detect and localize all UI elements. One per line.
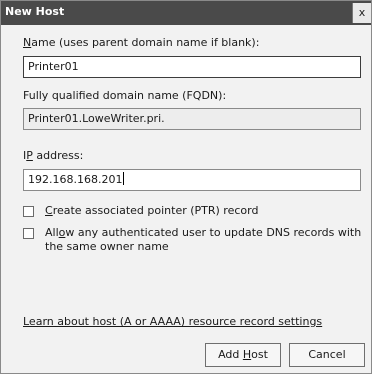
cancel-button[interactable]: Cancel	[289, 343, 365, 367]
ip-address-input[interactable]: 192.168.168.201	[23, 169, 361, 191]
add-host-button[interactable]: Add Host	[205, 343, 281, 367]
create-ptr-access-key: C	[45, 204, 53, 217]
name-input[interactable]: Printer01	[23, 56, 361, 78]
close-button[interactable]: x	[352, 3, 371, 23]
add-host-access-key: H	[242, 348, 252, 361]
text-caret	[123, 172, 125, 185]
ip-access-key: P	[26, 149, 33, 162]
learn-more-link[interactable]: Learn about host (A or AAAA) resource re…	[23, 315, 322, 328]
title-bar: New Host x	[1, 1, 371, 25]
allow-update-access-key: o	[58, 226, 66, 239]
name-label: Name (uses parent domain name if blank):	[23, 36, 260, 49]
fqdn-label: Fully qualified domain name (FQDN):	[23, 89, 227, 102]
fqdn-field: Printer01.LoweWriter.pri.	[23, 108, 361, 130]
dialog-title: New Host	[5, 5, 65, 18]
fqdn-value: Printer01.LoweWriter.pri.	[28, 112, 165, 125]
allow-update-checkbox[interactable]	[23, 228, 34, 239]
create-ptr-label: Create associated pointer (PTR) record	[45, 204, 259, 217]
ip-address-value: 192.168.168.201	[28, 173, 123, 186]
allow-update-label: Allow any authenticated user to update D…	[45, 226, 362, 253]
create-ptr-checkbox[interactable]	[23, 206, 34, 217]
name-input-value: Printer01	[28, 60, 79, 73]
name-access-key: N	[23, 36, 32, 49]
new-host-dialog: New Host x Name (uses parent domain name…	[0, 0, 372, 374]
ip-address-label: IP address:	[23, 149, 84, 162]
